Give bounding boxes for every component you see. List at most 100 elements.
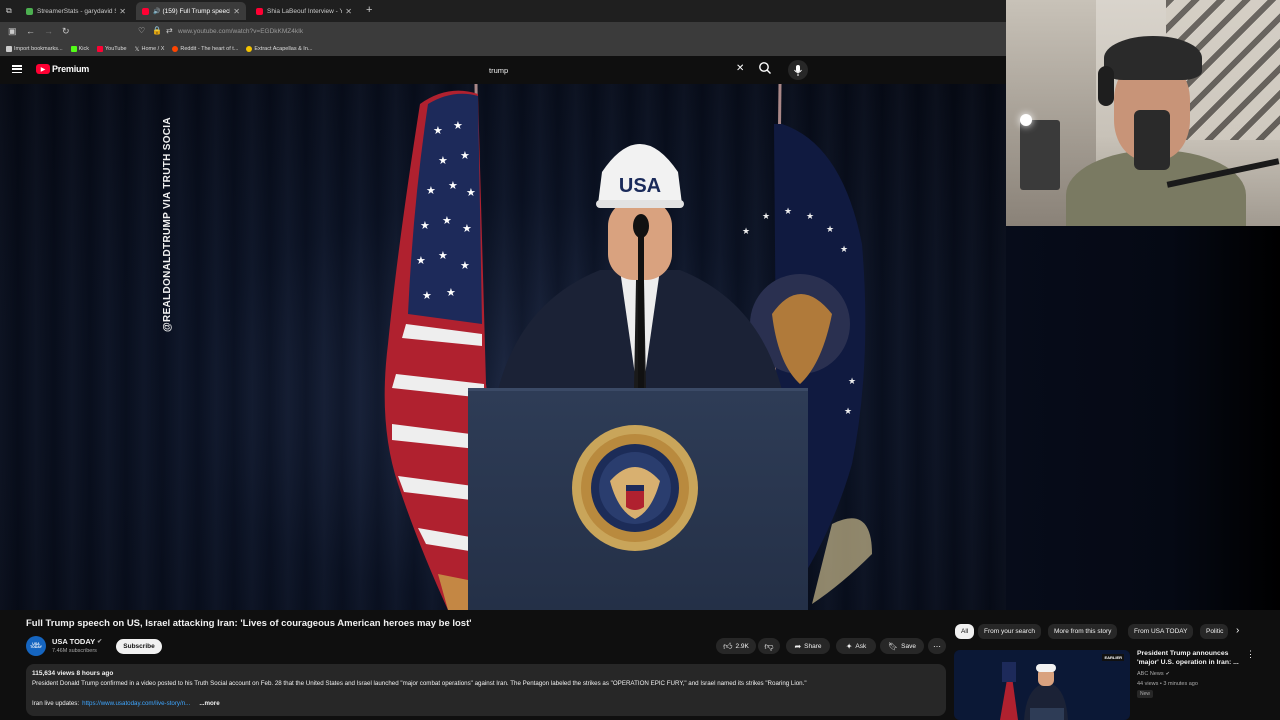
tab-label: Shia LaBeouf Interview - Yo — [267, 7, 343, 15]
new-badge: New — [1137, 690, 1154, 698]
webcam-microphone — [1134, 110, 1170, 170]
channel-avatar[interactable]: USA TODAY — [26, 636, 46, 656]
youtube-favicon-icon — [256, 7, 263, 15]
show-more-button[interactable]: ...more — [199, 700, 219, 707]
avatar-text: USA TODAY — [30, 641, 42, 649]
more-actions-button[interactable]: ⋯ — [928, 638, 946, 654]
bookmark-x[interactable]: 𝕏 Home / X — [135, 46, 165, 53]
webcam-light — [1020, 114, 1032, 126]
chips-next-arrow-icon[interactable]: › — [1236, 625, 1239, 636]
svg-text:★: ★ — [416, 254, 426, 267]
recommended-menu-icon[interactable]: ⋮ — [1246, 649, 1255, 660]
chip-label: More from this story — [1054, 628, 1112, 635]
recommended-channel[interactable]: ABC News — [1137, 671, 1164, 677]
svg-text:★: ★ — [460, 259, 470, 272]
bookmark-youtube[interactable]: YouTube — [97, 46, 127, 52]
site-settings-icon[interactable]: ⇄ — [166, 26, 173, 35]
chip-label: All — [961, 628, 969, 635]
ask-button[interactable]: ✦ Ask — [836, 638, 876, 654]
clear-search-icon[interactable]: ✕ — [736, 63, 744, 74]
video-watermark: @REALDONALDTRUMP VIA TRUTH SOCIA — [162, 117, 173, 332]
chip-label: From your search — [984, 628, 1035, 635]
import-icon — [6, 46, 12, 52]
description-link-line: Iran live updates: https://www.usatoday.… — [32, 700, 220, 707]
chip-label: From USA TODAY — [1134, 628, 1188, 635]
dislike-button[interactable]: 👎︎ — [758, 638, 780, 654]
svg-text:★: ★ — [442, 214, 452, 227]
svg-text:★: ★ — [420, 219, 430, 232]
svg-text:★: ★ — [848, 376, 856, 386]
svg-text:★: ★ — [433, 124, 443, 137]
close-tab-icon[interactable]: ✕ — [230, 7, 240, 16]
svg-text:★: ★ — [438, 249, 448, 262]
video-title: Full Trump speech on US, Israel attackin… — [26, 618, 472, 629]
recommended-title[interactable]: President Trump announces 'major' U.S. o… — [1137, 650, 1241, 668]
bookmark-acapellas[interactable]: Extract Acapellas & In... — [246, 46, 312, 52]
chip-politics[interactable]: Politic — [1200, 624, 1228, 639]
description-text: President Donald Trump confirmed in a vi… — [32, 680, 807, 687]
tab-label: StreamerStats - garydavid Strea — [37, 7, 116, 15]
new-tab-plus-icon[interactable]: + — [366, 4, 372, 16]
cap-text: USA — [619, 175, 661, 197]
forward-arrow-icon[interactable]: → — [44, 26, 53, 36]
tab-actions-icon[interactable]: ⧉ — [6, 6, 12, 16]
svg-text:★: ★ — [448, 179, 458, 192]
tab-favicon-icon — [26, 7, 33, 15]
chip-all[interactable]: All — [955, 624, 975, 639]
bookmark-kick[interactable]: Kick — [70, 46, 89, 52]
recommended-meta: 44 views • 3 minutes ago — [1137, 681, 1198, 687]
reddit-icon — [172, 46, 179, 52]
svg-text:★: ★ — [438, 154, 448, 167]
share-button[interactable]: ➦ Share — [786, 638, 830, 654]
browser-tab-shia[interactable]: Shia LaBeouf Interview - Yo ✕ — [250, 2, 358, 20]
bookmark-reddit[interactable]: Reddit - The heart of t... — [172, 46, 238, 52]
voice-search-button[interactable] — [788, 60, 808, 80]
save-button[interactable]: 🔖︎ Save — [880, 638, 924, 654]
shield-icon[interactable]: ♡ — [138, 26, 145, 35]
video-player[interactable]: @REALDONALDTRUMP VIA TRUTH SOCIA ★ ★ ★ ★ ★ ★… — [0, 84, 1006, 610]
chip-more-from-story[interactable]: More from this story — [1048, 624, 1118, 639]
subscribe-button[interactable]: Subscribe — [116, 639, 162, 654]
streamer-webcam — [1006, 0, 1280, 226]
recommended-thumbnail[interactable]: EARLIER — [954, 650, 1130, 720]
svg-text:★: ★ — [462, 222, 472, 235]
verified-check-icon: ✔ — [97, 639, 103, 645]
sidebar-toggle-icon[interactable]: ▣ — [8, 26, 17, 37]
search-icon — [759, 62, 771, 74]
channel-name-link[interactable]: USA TODAY ✔ — [52, 637, 102, 646]
youtube-play-icon: ▶ — [36, 64, 50, 74]
bookmark-label: Kick — [78, 46, 89, 52]
svg-text:★: ★ — [460, 149, 470, 162]
browser-tab-trump-speech[interactable]: 🔊 (159) Full Trump speech on ✕ — [136, 2, 246, 20]
youtube-premium-logo[interactable]: ▶ Premium — [36, 64, 89, 74]
view-stats: 115,634 views 8 hours ago — [32, 670, 114, 677]
svg-text:★: ★ — [446, 286, 456, 299]
chip-from-your-search[interactable]: From your search — [978, 624, 1041, 639]
close-tab-icon[interactable]: ✕ — [116, 7, 126, 16]
share-label: Share — [804, 642, 822, 650]
description-box[interactable]: 115,634 views 8 hours ago President Dona… — [26, 664, 946, 716]
lock-icon[interactable]: 🔒 — [152, 26, 162, 35]
close-tab-icon[interactable]: ✕ — [342, 7, 352, 16]
webcam-monitor — [1020, 120, 1060, 190]
like-count: 2.9K — [735, 642, 749, 650]
bookmark-label: Home / X — [141, 46, 165, 52]
search-button[interactable] — [758, 61, 772, 75]
bookmark-label: YouTube — [105, 46, 127, 52]
tab-label: (159) Full Trump speech on — [162, 7, 230, 15]
bookmark-import[interactable]: Import bookmarks... — [6, 46, 63, 52]
like-button[interactable]: 👍︎ 2.9K — [716, 638, 756, 654]
browser-tab-streamerstats[interactable]: StreamerStats - garydavid Strea ✕ — [20, 2, 132, 20]
search-bar: trump ✕ — [480, 60, 752, 80]
search-input[interactable]: trump — [489, 66, 508, 75]
description-link[interactable]: https://www.usatoday.com/live-story/n... — [82, 700, 190, 707]
back-arrow-icon[interactable]: ← — [26, 26, 35, 36]
recommended-channel-line: ABC News ✔ — [1137, 671, 1170, 677]
link-label: Iran live updates: — [32, 700, 80, 707]
hamburger-menu-icon[interactable] — [12, 65, 22, 74]
reload-icon[interactable]: ↻ — [62, 26, 70, 37]
audio-playing-icon[interactable]: 🔊 — [153, 8, 160, 15]
chip-from-usa-today[interactable]: From USA TODAY — [1128, 624, 1194, 639]
bookmark-icon: 🔖︎ — [888, 641, 899, 651]
url-field[interactable]: www.youtube.com/watch?v=EGDkKMZ4kIk — [178, 28, 303, 35]
